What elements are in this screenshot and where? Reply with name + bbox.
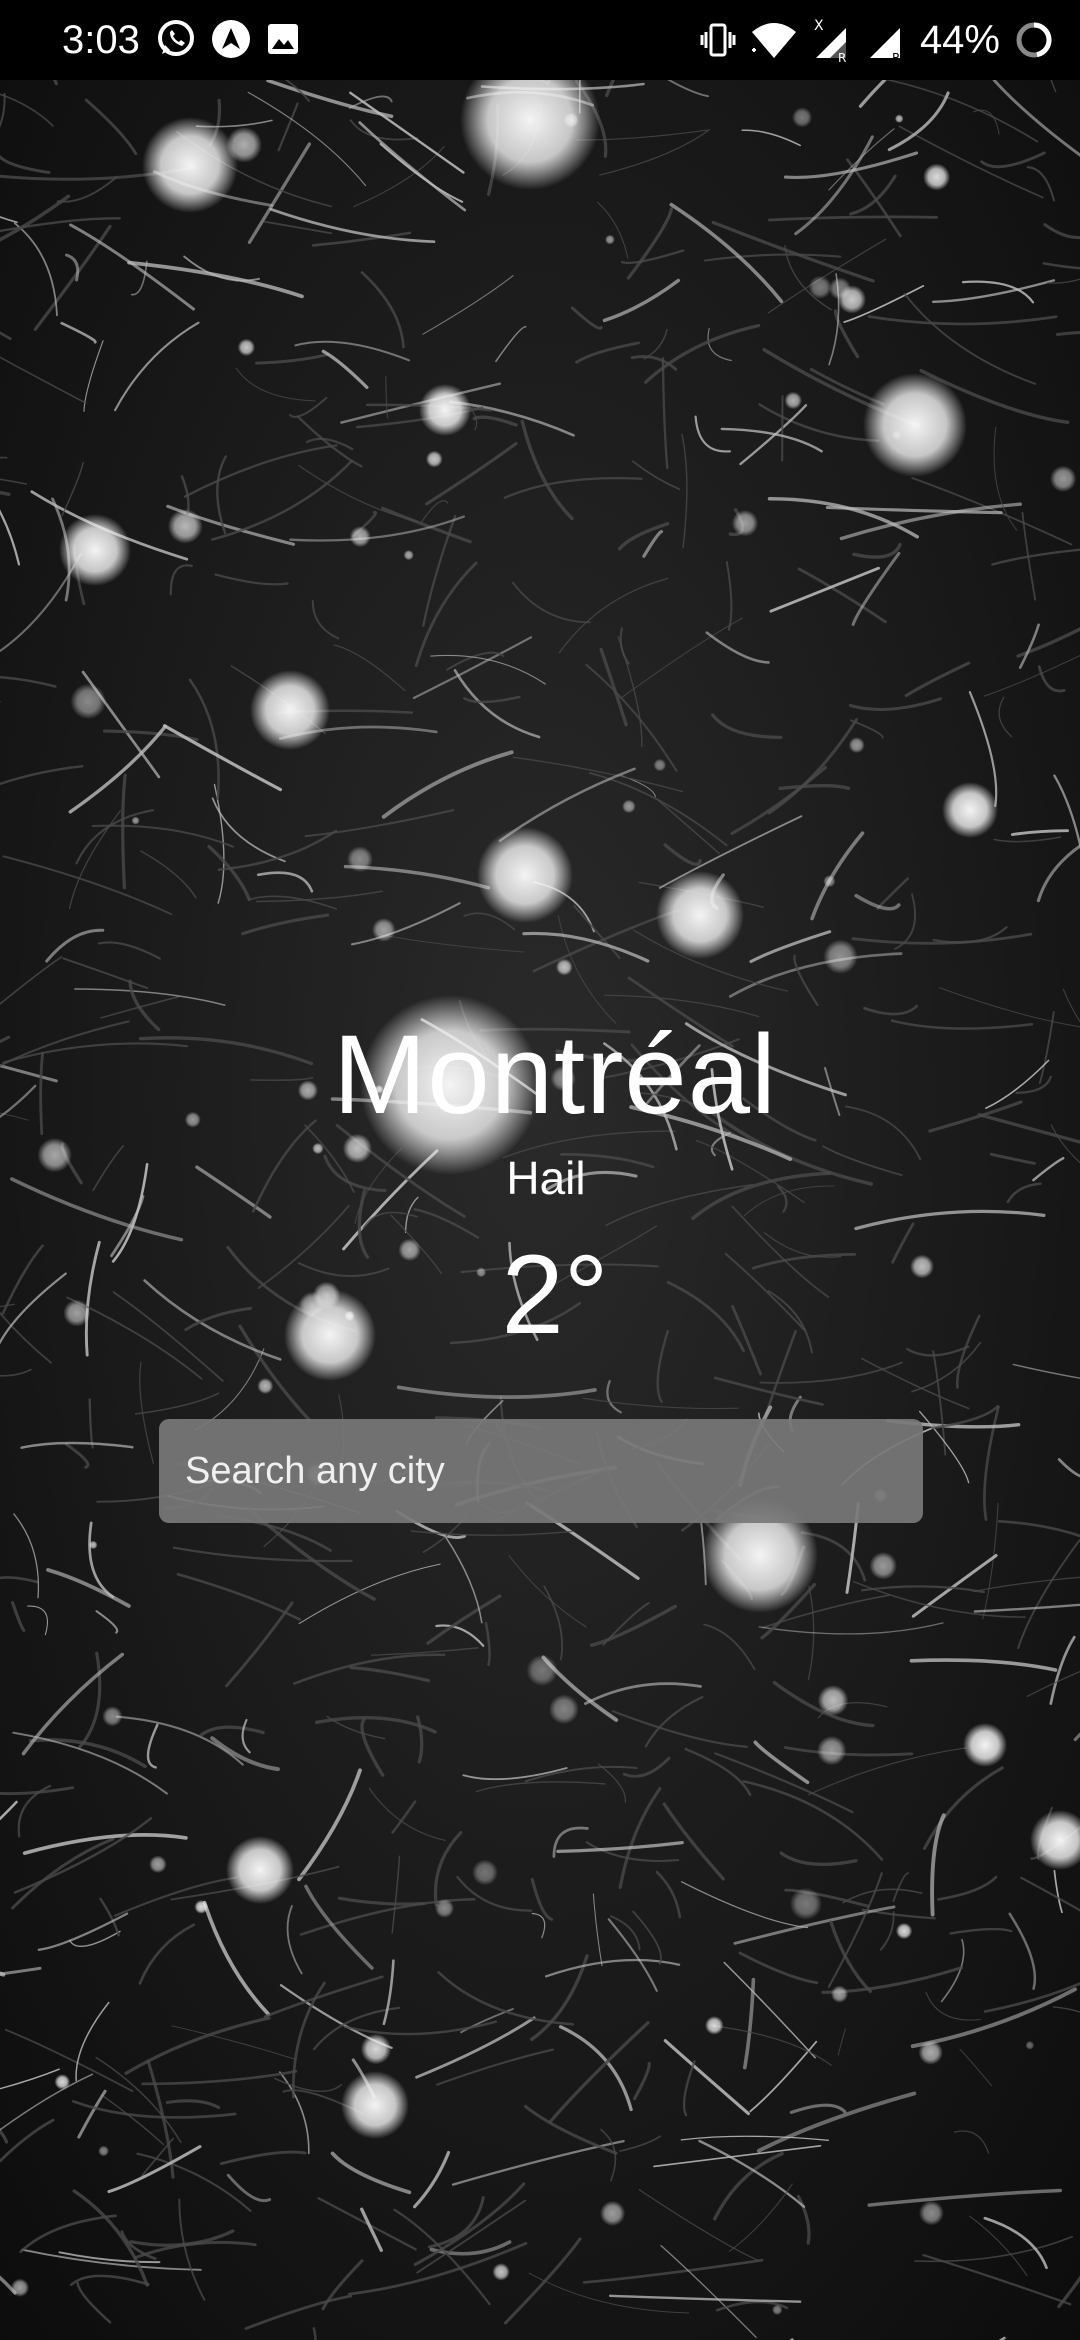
svg-text:R: R <box>892 51 900 62</box>
status-bar: 3:03 X R R 44% <box>0 0 1080 80</box>
city-search-input[interactable] <box>159 1419 923 1523</box>
battery-ring-icon <box>1014 20 1054 60</box>
weather-screen: 3:03 X R R 44% Montréal Hail 2° Search a… <box>0 0 1080 2340</box>
signal-x-icon: X R <box>812 18 852 62</box>
battery-percent: 44% <box>919 18 1000 62</box>
nav-arrow-icon <box>211 19 251 59</box>
city-name: Montréal <box>333 1012 777 1137</box>
status-time: 3:03 <box>62 18 140 62</box>
weather-content: Montréal Hail 2° <box>0 80 1080 2340</box>
vibrate-icon <box>700 20 736 60</box>
wifi-icon <box>750 20 798 60</box>
notification-icons <box>155 18 301 60</box>
weather-condition: Hail <box>506 1152 586 1204</box>
system-status: X R R 44% <box>700 12 1054 68</box>
temperature: 2° <box>501 1232 609 1357</box>
svg-text:X: X <box>814 18 824 34</box>
search-box[interactable] <box>159 1419 923 1523</box>
signal-icon: R <box>866 18 906 62</box>
image-icon <box>265 21 301 57</box>
whatsapp-icon <box>155 18 197 60</box>
svg-text:R: R <box>838 51 846 62</box>
